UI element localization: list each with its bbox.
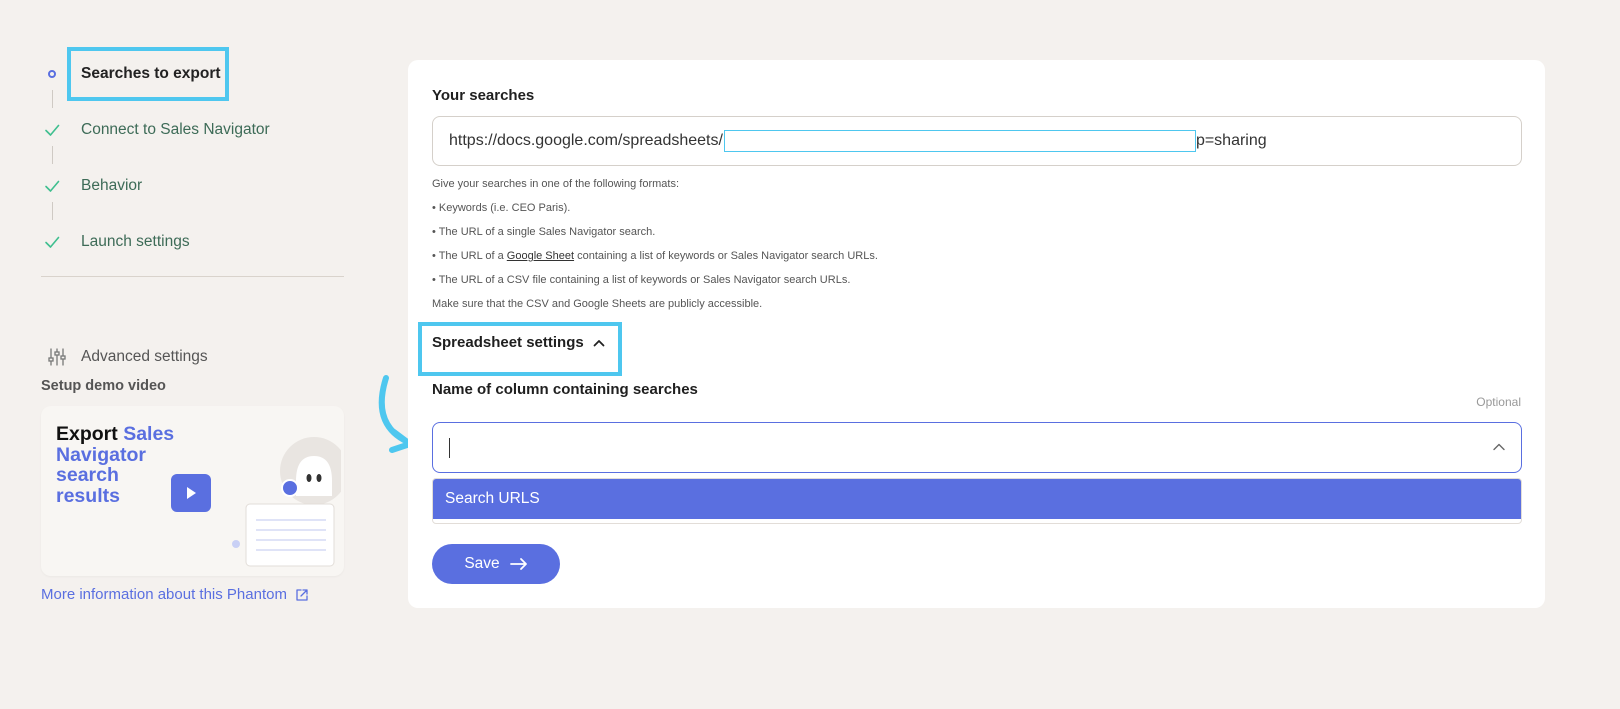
help-item: • Keywords (i.e. CEO Paris). <box>432 202 571 214</box>
external-link-icon <box>296 588 308 601</box>
help-item-text: • The URL of a <box>432 250 507 262</box>
step-list: Searches to export Connect to Sales Navi… <box>41 46 344 270</box>
searches-input[interactable]: https://docs.google.com/spreadsheets/p=s… <box>432 116 1522 166</box>
arrow-right-icon <box>509 558 527 570</box>
text-caret <box>449 437 450 458</box>
save-button[interactable]: Save <box>432 544 560 584</box>
check-icon <box>41 119 63 141</box>
help-intro: Give your searches in one of the followi… <box>432 178 680 190</box>
advanced-settings-label: Advanced settings <box>81 348 208 365</box>
step-launch-settings[interactable]: Launch settings <box>41 214 344 270</box>
column-name-label: Name of column containing searches <box>432 381 698 398</box>
step-behavior[interactable]: Behavior <box>41 158 344 214</box>
help-note: Make sure that the CSV and Google Sheets… <box>432 298 763 310</box>
sidebar-divider <box>41 276 344 277</box>
optional-tag: Optional <box>1476 395 1521 409</box>
demo-video-title: Export Sales Navigator search results <box>56 424 186 506</box>
step-label: Behavior <box>81 177 143 194</box>
help-item-text: containing a list of keywords or Sales N… <box>574 250 878 262</box>
column-options-dropdown: Search URLS <box>432 478 1522 524</box>
redacted-region <box>723 130 1196 152</box>
help-item: • The URL of a single Sales Navigator se… <box>432 226 656 238</box>
settings-card: Your searches https://docs.google.com/sp… <box>408 60 1545 608</box>
chevron-up-icon <box>593 339 605 346</box>
check-icon <box>41 175 63 197</box>
advanced-settings-link[interactable]: Advanced settings <box>41 342 208 372</box>
demo-video-heading: Setup demo video <box>41 378 166 394</box>
chevron-up-icon[interactable] <box>1491 439 1507 455</box>
searches-input-prefix: https://docs.google.com/spreadsheets/ <box>449 132 723 149</box>
google-sheet-link[interactable]: Google Sheet <box>507 250 574 262</box>
spreadsheet-settings-toggle[interactable]: Spreadsheet settings <box>432 334 606 351</box>
sliders-icon <box>48 348 66 366</box>
check-icon <box>41 231 63 253</box>
page: Searches to export Connect to Sales Navi… <box>0 0 1620 709</box>
help-item: • The URL of a Google Sheet containing a… <box>432 244 878 268</box>
help-item: • The URL of a CSV file containing a lis… <box>432 274 851 286</box>
spreadsheet-settings-label: Spreadsheet settings <box>432 334 584 351</box>
column-name-combobox[interactable] <box>432 422 1522 473</box>
dropdown-option[interactable]: Search URLS <box>433 479 1521 519</box>
searches-input-suffix: p=sharing <box>1195 132 1267 149</box>
demo-video-thumbnail[interactable]: Export Sales Navigator search results <box>41 406 344 576</box>
step-label: Connect to Sales Navigator <box>81 121 270 138</box>
your-searches-label: Your searches <box>432 87 535 104</box>
searches-help-text: Give your searches in one of the followi… <box>432 172 878 316</box>
sidebar: Searches to export Connect to Sales Navi… <box>41 46 344 603</box>
more-info-label: More information about this Phantom <box>41 586 287 603</box>
current-step-dot-icon <box>41 63 63 85</box>
demo-title-dark: Export <box>56 423 124 445</box>
step-searches-to-export[interactable]: Searches to export <box>41 46 344 102</box>
more-info-link[interactable]: More information about this Phantom <box>41 586 309 603</box>
step-label: Launch settings <box>81 233 190 250</box>
save-button-label: Save <box>464 555 500 572</box>
play-icon <box>187 487 196 499</box>
step-label: Searches to export <box>81 65 221 82</box>
play-button[interactable] <box>171 474 211 512</box>
step-connect-sales-navigator[interactable]: Connect to Sales Navigator <box>41 102 344 158</box>
